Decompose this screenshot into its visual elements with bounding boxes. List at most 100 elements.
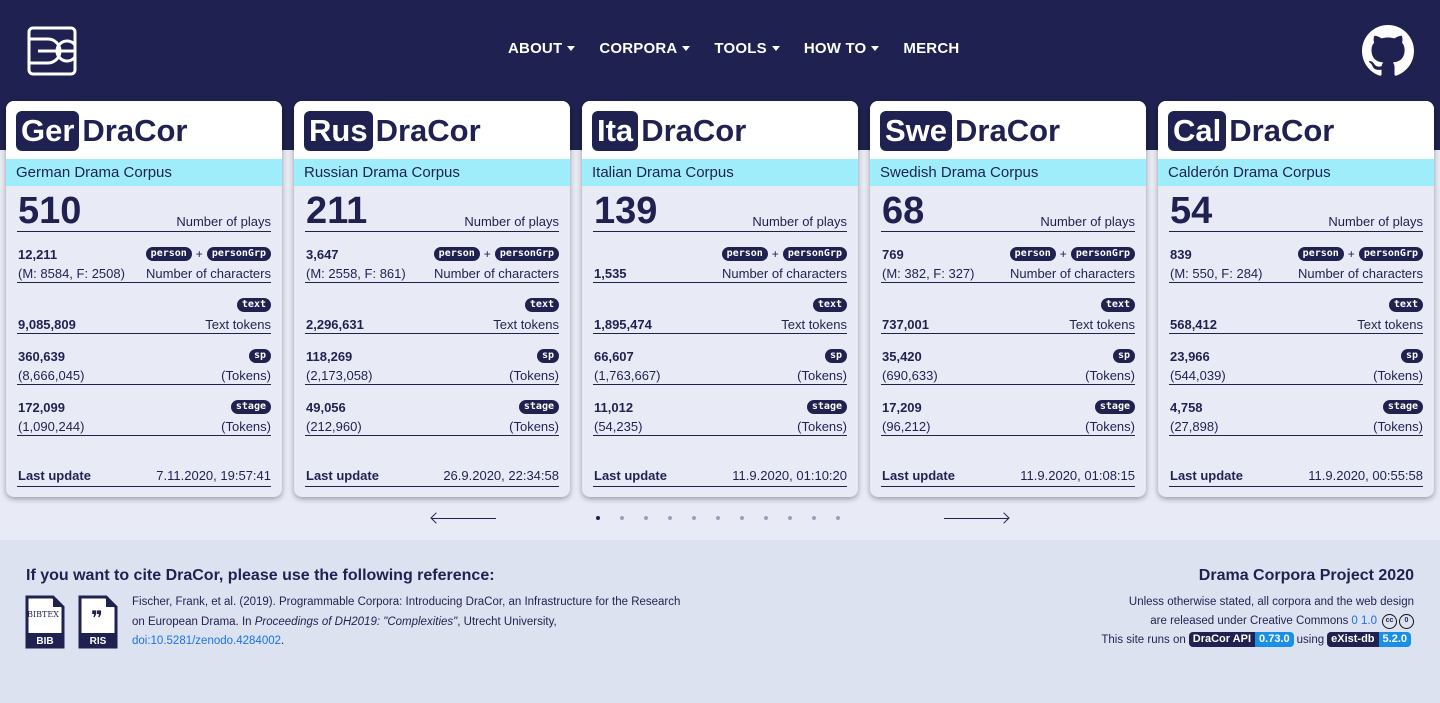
characters-count: 3,647 [306, 247, 339, 262]
carousel-dot[interactable] [812, 516, 816, 520]
corpus-card-swe[interactable]: Swe DraCor Swedish Drama Corpus 68 Number… [870, 101, 1146, 497]
ris-file-icon[interactable]: ❞ RIS [78, 595, 118, 649]
api-version-badge[interactable]: DraCor API 0.73.0 [1188, 632, 1294, 647]
characters-count: 1,535 [594, 266, 627, 281]
nav-tools[interactable]: TOOLS [714, 38, 780, 58]
arrow-right-icon[interactable] [944, 518, 1008, 519]
card-title: Ger DraCor [16, 110, 188, 152]
corpus-name: DraCor [955, 113, 1061, 148]
corpus-name: DraCor [1229, 113, 1335, 148]
sp-tokens: (690,633) [882, 368, 938, 383]
nav-about[interactable]: ABOUT [508, 38, 576, 58]
corpus-subtitle: Italian Drama Corpus [582, 159, 858, 186]
sp-tokens-label: (Tokens) [797, 368, 847, 383]
nav-howto[interactable]: HOW TO [804, 38, 880, 58]
characters-label: Number of characters [434, 266, 559, 281]
doi-link[interactable]: doi:10.5281/zenodo.4284002 [132, 635, 281, 647]
carousel-dot[interactable] [644, 516, 648, 520]
last-update-label: Last update [306, 468, 379, 483]
cite-heading: If you want to cite DraCor, please use t… [26, 567, 495, 584]
nav-about-label: ABOUT [508, 39, 563, 57]
corpus-subtitle: German Drama Corpus [6, 159, 282, 186]
sp-count: 118,269 [306, 349, 353, 364]
sp-badge: sp [824, 349, 847, 363]
stage-badge: stage [806, 400, 847, 414]
sp-count: 35,420 [882, 349, 922, 364]
dracor-logo-icon[interactable] [26, 25, 78, 77]
bibtex-file-icon[interactable]: BIBTEX BIB [25, 595, 65, 649]
sp-count: 360,639 [18, 349, 65, 364]
text-tokens-row: 1,895,474 text Text tokens [593, 283, 847, 334]
persongrp-badge: personGrp [494, 247, 559, 261]
characters-badges: person + personGrp [721, 247, 847, 261]
text-badge-wrap: text [236, 298, 271, 312]
person-badge: person [433, 247, 480, 261]
arrow-left-icon[interactable] [432, 518, 496, 519]
citation-line-2: on European Drama. In Proceedings of DH2… [132, 613, 732, 633]
carousel-controls [0, 508, 1440, 530]
carousel-dot[interactable] [596, 516, 600, 520]
characters-label: Number of characters [146, 266, 271, 281]
corpus-card-ita[interactable]: Ita DraCor Italian Drama Corpus 139 Numbe… [582, 101, 858, 497]
sp-row: 66,607 (1,763,667) sp (Tokens) [593, 334, 847, 385]
citation-line-3: doi:10.5281/zenodo.4284002. [132, 632, 732, 652]
chevron-down-icon [871, 45, 880, 51]
text-badge-wrap: text [1100, 298, 1135, 312]
plays-label: Number of plays [176, 214, 271, 229]
main-nav: ABOUT CORPORA TOOLS HOW TO MERCH [508, 38, 983, 58]
nav-corpora[interactable]: CORPORA [599, 38, 691, 58]
carousel-dot[interactable] [764, 516, 768, 520]
sp-tokens-label: (Tokens) [221, 368, 271, 383]
github-icon[interactable] [1362, 25, 1414, 77]
update-row: Last update 26.9.2020, 22:34:58 [305, 455, 559, 487]
characters-count: 12,211 [18, 247, 58, 262]
card-title: Cal DraCor [1168, 110, 1334, 152]
nav-howto-label: HOW TO [803, 39, 867, 57]
exist-version: 5.2.0 [1378, 632, 1411, 647]
carousel-dot[interactable] [788, 516, 792, 520]
stage-tokens-label: (Tokens) [509, 419, 559, 434]
plus-sign: + [1347, 247, 1355, 261]
bibtex-glyph: BIBTEX [27, 610, 59, 619]
sp-badge-wrap: sp [248, 349, 271, 363]
exist-version-badge[interactable]: eXist-db 5.2.0 [1327, 632, 1411, 647]
sp-badge-wrap: sp [1112, 349, 1135, 363]
corpus-card-ger[interactable]: Ger DraCor German Drama Corpus 510 Number… [6, 101, 282, 497]
text-tokens-label: Text tokens [1357, 317, 1423, 332]
stage-row: 49,056 (212,960) stage (Tokens) [305, 385, 559, 436]
plays-count: 68 [882, 190, 925, 232]
sp-row: 35,420 (690,633) sp (Tokens) [881, 334, 1135, 385]
stage-badge: stage [1094, 400, 1135, 414]
characters-label: Number of characters [1298, 266, 1423, 281]
carousel-dot[interactable] [836, 516, 840, 520]
sp-tokens: (1,763,667) [594, 368, 661, 383]
corpus-abbr: Ita [592, 111, 639, 151]
text-badge: text [1388, 298, 1423, 312]
text-badge: text [524, 298, 559, 312]
cc0-link[interactable]: 0 1.0 [1351, 612, 1377, 632]
text-badge: text [236, 298, 271, 312]
license-text: are released under Creative Commons [1150, 615, 1349, 627]
citation-line-1: Fischer, Frank, et al. (2019). Programma… [132, 596, 681, 608]
plays-count: 211 [306, 190, 368, 232]
plays-row: 510 Number of plays [17, 186, 271, 232]
card-header: Swe DraCor [870, 101, 1146, 159]
nav-merch[interactable]: MERCH [903, 38, 959, 58]
corpus-card-cal[interactable]: Cal DraCor Calderón Drama Corpus 54 Numbe… [1158, 101, 1434, 497]
stage-tokens: (54,235) [594, 419, 643, 434]
carousel-dot[interactable] [692, 516, 696, 520]
carousel-dot[interactable] [620, 516, 624, 520]
carousel-dot[interactable] [740, 516, 744, 520]
stage-count: 49,056 [306, 400, 346, 415]
plus-sign: + [771, 247, 779, 261]
carousel-dot[interactable] [716, 516, 720, 520]
person-badge: person [145, 247, 192, 261]
plays-count: 54 [1170, 190, 1213, 232]
corpus-card-rus[interactable]: Rus DraCor Russian Drama Corpus 211 Numbe… [294, 101, 570, 497]
text-tokens-count: 737,001 [882, 317, 929, 332]
plays-label: Number of plays [1328, 214, 1423, 229]
sp-count: 23,966 [1170, 349, 1210, 364]
plays-row: 139 Number of plays [593, 186, 847, 232]
stage-tokens-label: (Tokens) [797, 419, 847, 434]
carousel-dot[interactable] [668, 516, 672, 520]
